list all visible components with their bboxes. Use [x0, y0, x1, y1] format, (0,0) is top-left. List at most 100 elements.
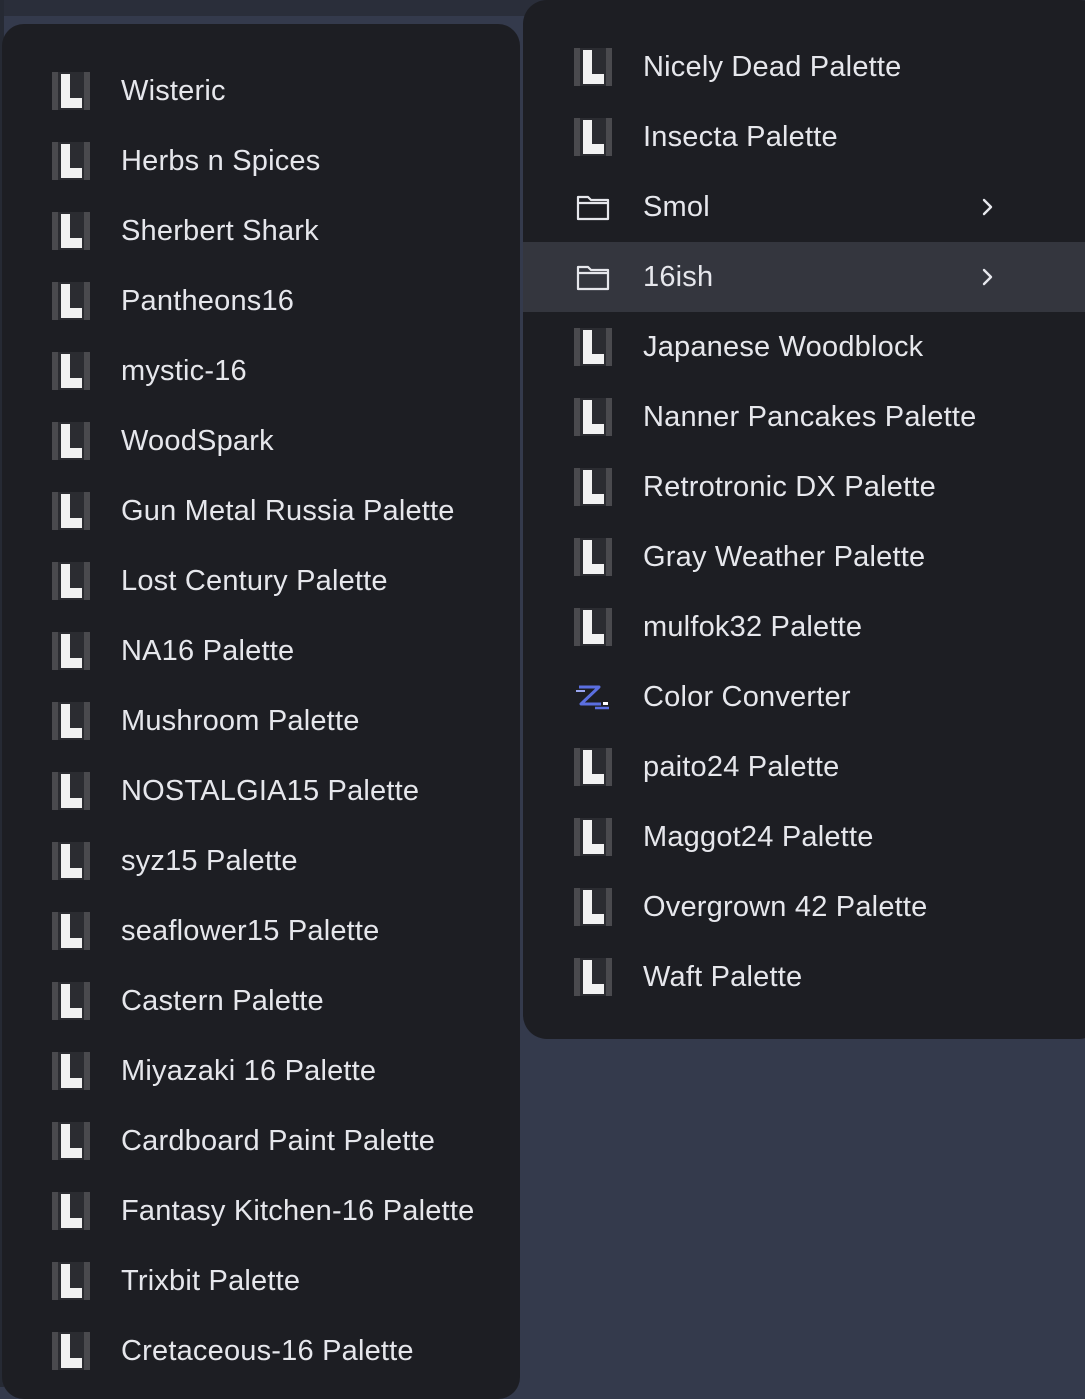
menu-item-mushroom-palette[interactable]: Mushroom Palette	[2, 686, 520, 756]
menu-item-label: Gray Weather Palette	[643, 540, 926, 573]
menu-item-label: Cardboard Paint Palette	[121, 1124, 436, 1157]
chevron-right-icon	[982, 268, 993, 286]
menu-item-label: Smol	[643, 190, 710, 223]
menu-item-label: Nicely Dead Palette	[643, 50, 902, 83]
palette-icon	[50, 770, 92, 812]
menu-item-japanese-woodblock[interactable]: Japanese Woodblock	[523, 312, 1085, 382]
menu-item-label: paito24 Palette	[643, 750, 840, 783]
menu-item-retrotronic-dx-palette[interactable]: Retrotronic DX Palette	[523, 452, 1085, 522]
palette-icon	[50, 700, 92, 742]
menu-item-mystic-16[interactable]: mystic-16	[2, 336, 520, 406]
menu-item-label: seaflower15 Palette	[121, 914, 380, 947]
folder-icon	[572, 186, 614, 228]
palette-icon	[50, 910, 92, 952]
palette-icon	[50, 1190, 92, 1232]
menu-item-pantheons16[interactable]: Pantheons16	[2, 266, 520, 336]
menu-item-gray-weather-palette[interactable]: Gray Weather Palette	[523, 522, 1085, 592]
menu-item-label: Mushroom Palette	[121, 704, 360, 737]
menu-item-label: Pantheons16	[121, 284, 295, 317]
palette-icon	[50, 140, 92, 182]
chevron-right-icon	[982, 198, 993, 216]
menu-item-trixbit-palette[interactable]: Trixbit Palette	[2, 1246, 520, 1316]
menu-item-label: Overgrown 42 Palette	[643, 890, 928, 923]
palette-icon	[50, 420, 92, 462]
menu-item-overgrown-42-palette[interactable]: Overgrown 42 Palette	[523, 872, 1085, 942]
menu-item-nanner-pancakes-palette[interactable]: Nanner Pancakes Palette	[523, 382, 1085, 452]
menu-item-mulfok32-palette[interactable]: mulfok32 Palette	[523, 592, 1085, 662]
menu-item-seaflower15-palette[interactable]: seaflower15 Palette	[2, 896, 520, 966]
menu-item-label: Miyazaki 16 Palette	[121, 1054, 377, 1087]
menu-item-miyazaki-16-palette[interactable]: Miyazaki 16 Palette	[2, 1036, 520, 1106]
menu-item-gun-metal-russia-palette[interactable]: Gun Metal Russia Palette	[2, 476, 520, 546]
palette-icon	[50, 630, 92, 672]
palette-icon	[572, 396, 614, 438]
menu-item-sherbert-shark[interactable]: Sherbert Shark	[2, 196, 520, 266]
menu-item-label: Maggot24 Palette	[643, 820, 874, 853]
menu-item-insecta-palette[interactable]: Insecta Palette	[523, 102, 1085, 172]
menu-item-label: mystic-16	[121, 354, 247, 387]
menu-item-label: NA16 Palette	[121, 634, 295, 667]
palette-menu-left: Wisteric Herbs n Spices Sherbert Shark Pant…	[2, 24, 520, 1399]
menu-item-16ish[interactable]: 16ish	[523, 242, 1085, 312]
palette-icon	[572, 746, 614, 788]
menu-item-lost-century-palette[interactable]: Lost Century Palette	[2, 546, 520, 616]
folder-icon	[572, 256, 614, 298]
menu-item-label: Trixbit Palette	[121, 1264, 301, 1297]
menu-item-label: Sherbert Shark	[121, 214, 319, 247]
menu-item-castern-palette[interactable]: Castern Palette	[2, 966, 520, 1036]
menu-item-label: NOSTALGIA15 Palette	[121, 774, 420, 807]
palette-icon	[572, 46, 614, 88]
palette-icon	[50, 350, 92, 392]
palette-submenu-right: Nicely Dead Palette Insecta Palette Smol 16…	[523, 0, 1085, 1039]
menu-item-label: Wisteric	[121, 74, 226, 107]
palette-icon	[572, 816, 614, 858]
menu-item-waft-palette[interactable]: Waft Palette	[523, 942, 1085, 1012]
palette-icon	[50, 560, 92, 602]
menu-item-smol[interactable]: Smol	[523, 172, 1085, 242]
menu-item-nostalgia15-palette[interactable]: NOSTALGIA15 Palette	[2, 756, 520, 826]
menu-item-label: Waft Palette	[643, 960, 803, 993]
menu-item-paito24-palette[interactable]: paito24 Palette	[523, 732, 1085, 802]
menu-item-label: Japanese Woodblock	[643, 330, 924, 363]
palette-icon	[50, 840, 92, 882]
menu-item-label: Gun Metal Russia Palette	[121, 494, 455, 527]
menu-item-na16-palette[interactable]: NA16 Palette	[2, 616, 520, 686]
palette-icon	[50, 1260, 92, 1302]
palette-icon	[50, 210, 92, 252]
palette-icon	[50, 1330, 92, 1372]
palette-icon	[572, 326, 614, 368]
palette-icon	[572, 116, 614, 158]
menu-item-fantasy-kitchen-16-palette[interactable]: Fantasy Kitchen-16 Palette	[2, 1176, 520, 1246]
palette-icon	[572, 956, 614, 998]
menu-item-label: Cretaceous-16 Palette	[121, 1334, 414, 1367]
menu-item-color-converter[interactable]: Color Converter	[523, 662, 1085, 732]
menu-item-woodspark[interactable]: WoodSpark	[2, 406, 520, 476]
menu-item-label: Castern Palette	[121, 984, 324, 1017]
menu-item-label: Insecta Palette	[643, 120, 838, 153]
palette-icon	[572, 466, 614, 508]
palette-icon	[50, 1120, 92, 1162]
menu-item-label: WoodSpark	[121, 424, 274, 457]
menu-item-nicely-dead-palette[interactable]: Nicely Dead Palette	[523, 32, 1085, 102]
menu-item-label: Lost Century Palette	[121, 564, 388, 597]
menu-item-label: syz15 Palette	[121, 844, 298, 877]
menu-item-label: Color Converter	[643, 680, 851, 713]
menu-item-syz15-palette[interactable]: syz15 Palette	[2, 826, 520, 896]
menu-item-maggot24-palette[interactable]: Maggot24 Palette	[523, 802, 1085, 872]
palette-icon	[50, 490, 92, 532]
menu-item-label: Nanner Pancakes Palette	[643, 400, 977, 433]
menu-item-cardboard-paint-palette[interactable]: Cardboard Paint Palette	[2, 1106, 520, 1176]
menu-item-wisteric[interactable]: Wisteric	[2, 56, 520, 126]
menu-item-herbs-n-spices[interactable]: Herbs n Spices	[2, 126, 520, 196]
menu-item-label: mulfok32 Palette	[643, 610, 863, 643]
menu-item-label: Fantasy Kitchen-16 Palette	[121, 1194, 475, 1227]
palette-icon	[50, 980, 92, 1022]
palette-icon	[572, 606, 614, 648]
palette-icon	[50, 70, 92, 112]
menu-item-label: Retrotronic DX Palette	[643, 470, 936, 503]
menu-item-label: Herbs n Spices	[121, 144, 321, 177]
palette-icon	[50, 1050, 92, 1092]
palette-icon	[572, 886, 614, 928]
palette-icon	[572, 536, 614, 578]
menu-item-cretaceous-16-palette[interactable]: Cretaceous-16 Palette	[2, 1316, 520, 1386]
